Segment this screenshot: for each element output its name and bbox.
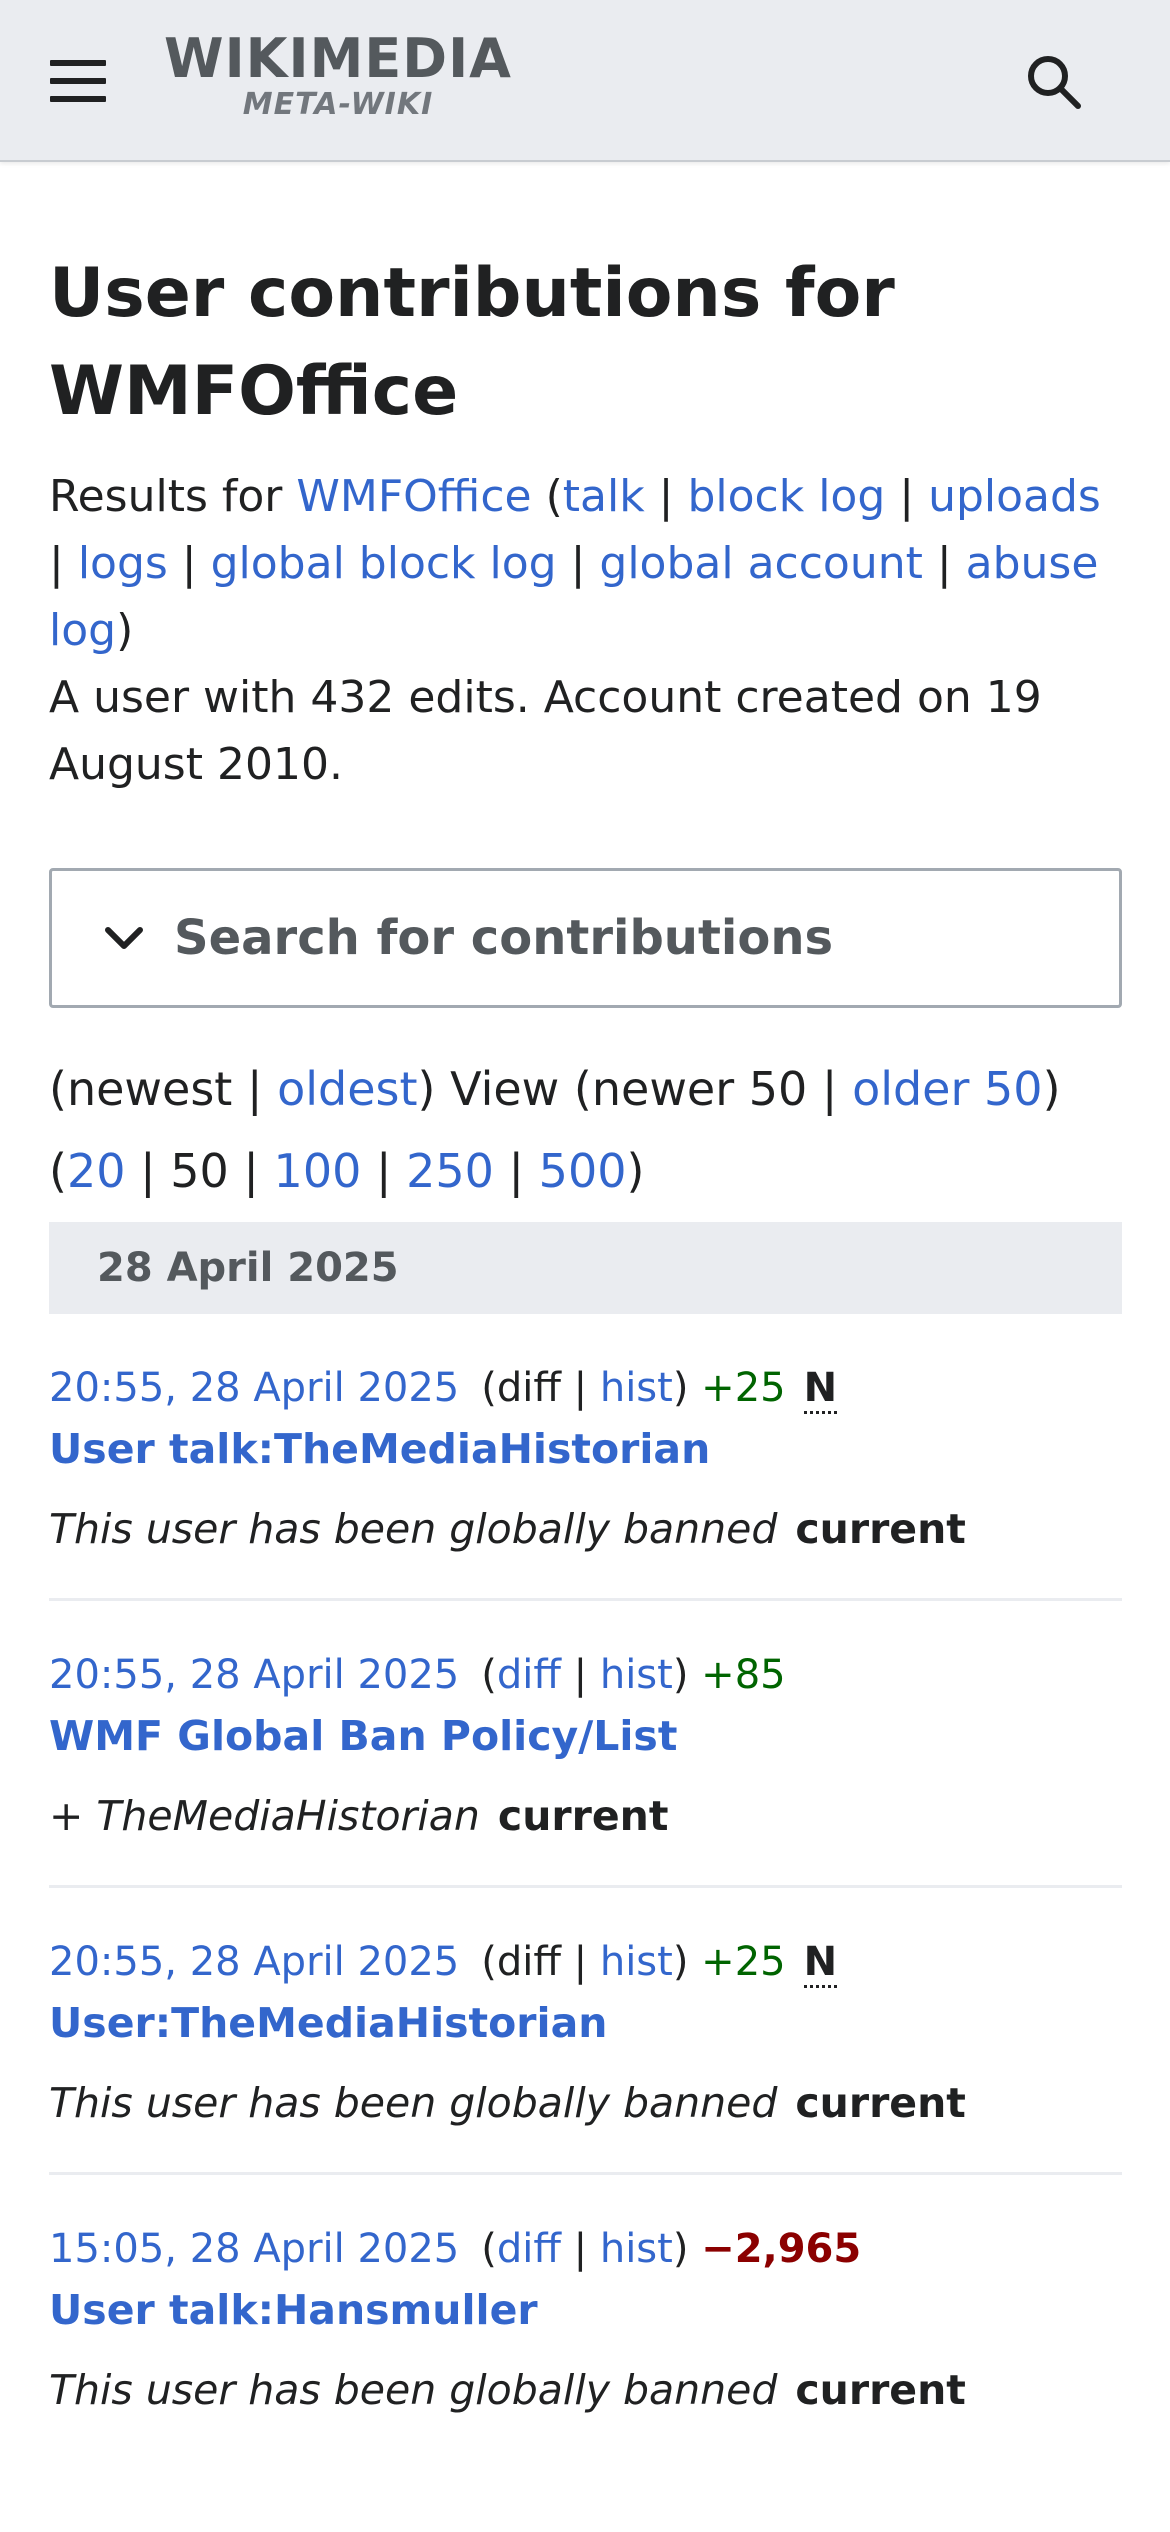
edit-summary: This user has been globally banned (49, 2079, 778, 2127)
edit-summary: + TheMediaHistorian (49, 1792, 480, 1840)
pagination-nav: (newest | oldest) View (newer 50 | older… (49, 1062, 1061, 1198)
current-label: current (795, 2079, 966, 2127)
contributions-list: 20:55, 28 April 2025 (diff | hist) +25 N U… (49, 1314, 1122, 2459)
page-title-link[interactable]: User:TheMediaHistorian (49, 1999, 607, 2047)
diff-link[interactable]: diff (497, 2226, 561, 2272)
new-page-flag: N (803, 1365, 838, 1414)
hist-link[interactable]: hist (600, 1365, 673, 1411)
list-item: 20:55, 28 April 2025 (diff | hist) +85 WM… (49, 1601, 1122, 1888)
edit-summary: This user has been globally banned (49, 2366, 778, 2414)
page-title-link[interactable]: User talk:Hansmuller (49, 2286, 538, 2334)
current-label: current (795, 1505, 966, 1553)
limit-20-link[interactable]: 20 (67, 1144, 126, 1198)
user-info: A user with 432 edits. Account created o… (49, 672, 1042, 790)
list-item: 20:55, 28 April 2025 (diff | hist) +25 N U… (49, 1888, 1122, 2175)
abuse-log-link[interactable]: abuse log (49, 538, 1098, 656)
timestamp-link[interactable]: 15:05, 28 April 2025 (49, 2226, 459, 2272)
older-link[interactable]: older 50 (852, 1062, 1043, 1116)
search-icon[interactable] (1024, 52, 1084, 112)
size-change: −2,965 (701, 2226, 862, 2272)
results-for-label: Results for (49, 471, 283, 522)
limit-500-link[interactable]: 500 (539, 1144, 627, 1198)
hist-link[interactable]: hist (600, 1939, 673, 1985)
chevron-down-icon (105, 927, 143, 949)
list-item: 20:55, 28 April 2025 (diff | hist) +25 N U… (49, 1314, 1122, 1601)
logs-link[interactable]: logs (78, 538, 168, 589)
search-contributions-toggle[interactable]: Search for contributions (49, 868, 1122, 1008)
diff-link[interactable]: diff (497, 1652, 561, 1698)
size-change: +85 (701, 1652, 786, 1698)
size-change: +25 (701, 1939, 786, 1985)
uploads-link[interactable]: uploads (928, 471, 1101, 522)
diff-label: diff (496, 1365, 561, 1411)
user-links: Results for WMFOffice (talk | block log … (49, 471, 1101, 790)
page-title: User contributions for WMFOffice (49, 254, 895, 431)
limit-50-current: 50 (170, 1144, 229, 1198)
diff-label: diff (496, 1939, 561, 1985)
view-label: View (450, 1062, 560, 1116)
timestamp-link[interactable]: 20:55, 28 April 2025 (49, 1652, 459, 1698)
logo-sub-text: META-WIKI (242, 87, 434, 122)
list-item: 15:05, 28 April 2025 (diff | hist) −2,965… (49, 2226, 966, 2414)
search-contributions-label: Search for contributions (174, 910, 834, 966)
oldest-link[interactable]: oldest (277, 1062, 417, 1116)
timestamp-link[interactable]: 20:55, 28 April 2025 (49, 1365, 459, 1411)
talk-link[interactable]: talk (563, 471, 645, 522)
global-account-link[interactable]: global account (599, 538, 922, 589)
global-block-log-link[interactable]: global block log (211, 538, 557, 589)
username-link[interactable]: WMFOffice (296, 471, 531, 522)
hist-link[interactable]: hist (600, 2226, 673, 2272)
limit-100-link[interactable]: 100 (274, 1144, 362, 1198)
wikimedia-logo[interactable]: WIKIMEDIA META-WIKI (158, 30, 518, 122)
current-label: current (795, 2366, 966, 2414)
main-content: User contributions for WMFOffice Results… (49, 160, 1122, 2459)
logo-main-text: WIKIMEDIA (164, 27, 512, 90)
new-page-flag: N (803, 1939, 838, 1988)
block-log-link[interactable]: block log (687, 471, 885, 522)
newest-label: newest (66, 1062, 233, 1116)
page-title-link[interactable]: WMF Global Ban Policy/List (49, 1712, 677, 1760)
hamburger-menu-icon[interactable] (50, 60, 106, 102)
page-title-link[interactable]: User talk:TheMediaHistorian (49, 1425, 710, 1473)
current-label: current (497, 1792, 669, 1840)
edit-summary: This user has been globally banned (49, 1505, 778, 1553)
top-header: WIKIMEDIA META-WIKI (0, 0, 1170, 162)
timestamp-link[interactable]: 20:55, 28 April 2025 (49, 1939, 459, 1985)
newer-label: newer 50 (591, 1062, 808, 1116)
limit-250-link[interactable]: 250 (406, 1144, 494, 1198)
hist-link[interactable]: hist (600, 1652, 673, 1698)
date-section-header: 28 April 2025 (49, 1222, 1122, 1314)
size-change: +25 (701, 1365, 786, 1411)
